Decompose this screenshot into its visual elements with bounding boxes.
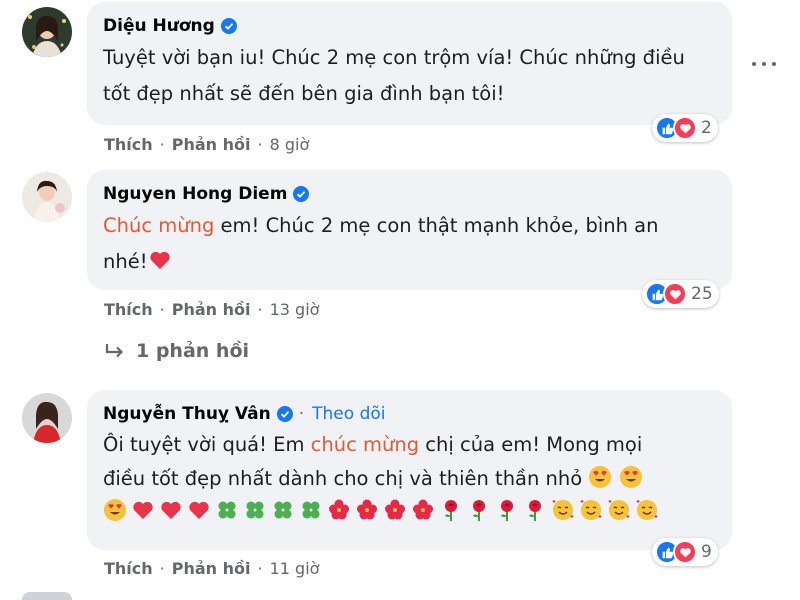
reaction-count: 9 <box>701 542 712 562</box>
four-leaf-clover-icon <box>274 501 292 519</box>
reaction-count: 2 <box>701 118 712 138</box>
red-heart-icon <box>133 501 153 519</box>
author-name[interactable]: Nguyen Hong Diem <box>103 182 287 206</box>
red-heart-icon <box>161 501 181 519</box>
red-heart-icon <box>189 501 209 519</box>
verified-badge-icon <box>276 406 293 422</box>
like-link[interactable]: Thích <box>104 135 153 154</box>
like-link[interactable]: Thích <box>104 559 153 578</box>
love-reaction-icon <box>673 116 697 140</box>
comment-text: Ôi tuyệt vời quá! Em chúc mừng chị của e… <box>103 428 716 496</box>
author-name[interactable]: Diệu Hương <box>103 14 215 38</box>
replies-count-label: 1 phản hồi <box>136 340 250 362</box>
timestamp[interactable]: 8 giờ <box>270 135 310 154</box>
comment-text-part: em! Chúc 2 mẹ con thật mạnh khỏe, bình a… <box>214 214 659 237</box>
comment-text-part: chị của em! Mong mọi <box>419 433 643 456</box>
comment-text: Tuyệt vời bạn iu! Chúc 2 mẹ con trộm vía… <box>103 46 685 105</box>
heart-eyes-emoji-icon <box>589 466 612 488</box>
love-reaction-icon <box>663 282 687 306</box>
verified-badge-icon <box>220 18 237 34</box>
timestamp[interactable]: 13 giờ <box>270 300 320 319</box>
comment-bubble: Nguyễn Thuỵ Vân · Theo dõi Ôi tuyệt vời … <box>87 390 732 550</box>
red-heart-icon <box>149 251 170 269</box>
separator-dot: · <box>298 404 305 424</box>
view-replies-link[interactable]: 1 phản hồi <box>104 340 249 362</box>
emoji-row <box>103 498 716 522</box>
heart-eyes-emoji-icon <box>104 499 126 521</box>
comment-text: Chúc mừng em! Chúc 2 mẹ con thật mạnh kh… <box>103 208 716 280</box>
hibiscus-icon <box>329 499 349 520</box>
reaction-summary[interactable]: 25 <box>642 280 719 308</box>
timestamp[interactable]: 11 giờ <box>270 559 320 578</box>
avatar[interactable] <box>22 172 72 222</box>
comment-text-part: nhé! <box>103 250 148 273</box>
heart-eyes-emoji-icon <box>619 466 642 488</box>
four-leaf-clover-icon <box>218 501 236 519</box>
comment-text-part: điều tốt đẹp nhất dành cho chị và thiên … <box>103 467 583 490</box>
rose-icon <box>501 500 513 521</box>
comment-text-part: Ôi tuyệt vời quá! Em <box>103 433 311 456</box>
highlighted-phrase: Chúc mừng <box>103 214 215 237</box>
reaction-summary[interactable]: 2 <box>652 114 718 142</box>
avatar[interactable] <box>22 393 72 443</box>
reply-link[interactable]: Phản hồi <box>172 300 251 319</box>
smiling-hearts-emoji-icon <box>608 500 630 520</box>
follow-button[interactable]: Theo dõi <box>312 402 385 426</box>
highlighted-phrase: chúc mừng <box>310 433 420 456</box>
avatar[interactable] <box>22 7 72 57</box>
smiling-hearts-emoji-icon <box>580 500 602 520</box>
comment-bubble: Nguyen Hong Diem Chúc mừng em! Chúc 2 mẹ… <box>87 170 732 290</box>
hibiscus-icon <box>413 499 433 520</box>
more-options-icon[interactable] <box>752 52 776 76</box>
smiling-hearts-emoji-icon <box>552 500 574 520</box>
comment-actions: Thích · Phản hồi · 13 giờ <box>104 300 320 319</box>
avatar[interactable] <box>22 592 72 600</box>
reaction-summary[interactable]: 9 <box>652 538 718 566</box>
verified-badge-icon <box>293 186 310 202</box>
smiling-hearts-emoji-icon <box>636 500 658 520</box>
reaction-count: 25 <box>691 284 713 304</box>
author-name[interactable]: Nguyễn Thuỵ Vân <box>103 402 271 426</box>
rose-icon <box>473 500 485 521</box>
comment-actions: Thích · Phản hồi · 11 giờ <box>104 559 320 578</box>
four-leaf-clover-icon <box>246 501 264 519</box>
hibiscus-icon <box>385 499 405 520</box>
reply-arrow-icon <box>105 344 124 358</box>
like-link[interactable]: Thích <box>104 300 153 319</box>
love-reaction-icon <box>673 540 697 564</box>
reply-link[interactable]: Phản hồi <box>172 559 251 578</box>
reply-link[interactable]: Phản hồi <box>172 135 251 154</box>
rose-icon <box>529 500 541 521</box>
rose-icon <box>445 500 457 521</box>
comment-bubble: Diệu Hương Tuyệt vời bạn iu! Chúc 2 mẹ c… <box>87 2 732 125</box>
comment-actions: Thích · Phản hồi · 8 giờ <box>104 135 310 154</box>
four-leaf-clover-icon <box>302 501 320 519</box>
hibiscus-icon <box>357 499 377 520</box>
